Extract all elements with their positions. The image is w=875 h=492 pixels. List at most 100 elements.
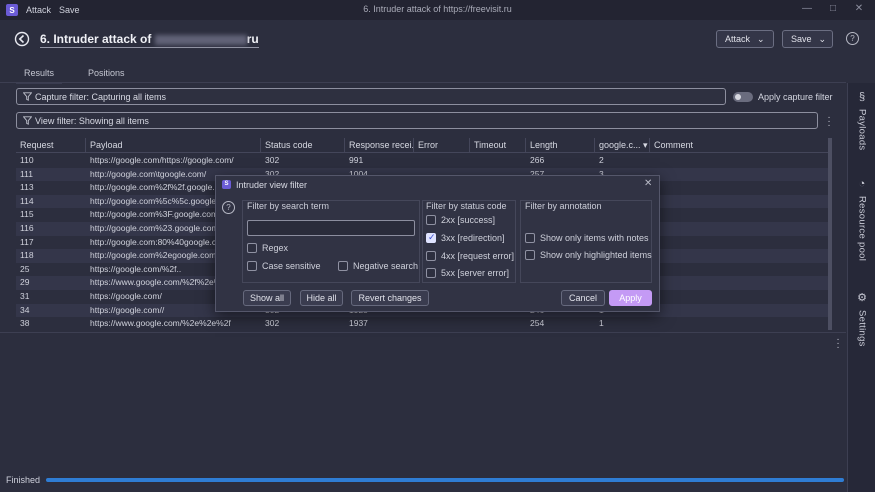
intruder-view-filter-dialog: S Intruder view filter ✕ ? Filter by sea…	[215, 175, 660, 312]
checkbox-box	[247, 243, 257, 253]
burp-logo-icon: S	[222, 180, 231, 189]
checkbox-box	[426, 268, 436, 278]
cell-error	[414, 317, 470, 330]
payloads-icon: §	[858, 91, 866, 103]
notes-only-checkbox[interactable]: Show only items with notes	[525, 233, 649, 243]
more-options-icon[interactable]: · · ·	[835, 335, 841, 353]
status-code-title: Filter by status code	[426, 201, 507, 211]
page-title: 6. Intruder attack of ru	[40, 32, 259, 48]
capture-filter-bar[interactable]: Capture filter: Capturing all items	[16, 88, 726, 105]
right-sidebar: § Payloads ◔ Resource pool ⚙ Settings	[847, 83, 875, 492]
highlighted-only-checkbox[interactable]: Show only highlighted items	[525, 250, 652, 260]
revert-changes-button[interactable]: Revert changes	[351, 290, 429, 306]
case-sensitive-checkbox[interactable]: Case sensitive	[247, 261, 321, 271]
progress-fill	[46, 478, 844, 482]
more-options-icon[interactable]: · · ·	[826, 113, 832, 131]
cell-google: 1	[599, 318, 604, 329]
maximize-icon[interactable]: □	[827, 3, 839, 14]
column-header-length[interactable]: Length	[526, 138, 595, 153]
cell-response-received: 991	[349, 155, 364, 165]
apply-capture-filter-toggle[interactable]	[733, 92, 753, 102]
sort-descending-icon: ▾	[643, 140, 648, 150]
sidebar-item-label: Settings	[856, 310, 868, 347]
cell-length: 254	[530, 318, 545, 329]
column-header-timeout[interactable]: Timeout	[470, 138, 526, 153]
table-scrollbar[interactable]	[828, 138, 832, 330]
search-term-title: Filter by search term	[247, 201, 330, 211]
status-5xx-checkbox[interactable]: 5xx [server error]	[426, 268, 509, 278]
sidebar-item-settings[interactable]: ⚙ Settings	[848, 291, 875, 347]
cancel-button[interactable]: Cancel	[561, 290, 605, 306]
column-header-error[interactable]: Error	[414, 138, 470, 153]
cell-request: 115	[20, 209, 34, 220]
column-header-google[interactable]: google.c... ▾	[595, 138, 650, 153]
title-suffix: ru	[246, 32, 259, 46]
cell-comment	[650, 195, 830, 208]
cell-request: 31	[20, 291, 30, 301]
cell-comment	[650, 276, 830, 289]
table-row[interactable]: 110 https://google.com/https://google.com…	[16, 154, 830, 168]
status-4xx-checkbox[interactable]: 4xx [request error]	[426, 251, 514, 261]
capture-filter-label: Capture filter: Capturing all items	[35, 91, 167, 102]
cell-comment	[650, 154, 830, 167]
lower-pane	[0, 332, 846, 469]
resource-pool-icon: ◔	[858, 178, 866, 190]
column-header-response-received[interactable]: Response recei...	[345, 138, 414, 153]
cell-request: 25	[20, 263, 30, 274]
regex-label: Regex	[262, 243, 289, 253]
column-header-request[interactable]: Request	[16, 138, 86, 153]
regex-checkbox[interactable]: Regex	[247, 243, 288, 253]
cell-timeout	[470, 317, 526, 330]
negative-search-checkbox[interactable]: Negative search	[338, 261, 418, 271]
column-header-google-label: google.c...	[599, 140, 641, 150]
minimize-icon[interactable]: —	[801, 3, 813, 14]
status-3xx-checkbox[interactable]: 3xx [redirection]	[426, 232, 505, 243]
cell-request: 111	[20, 168, 33, 179]
cell-request: 38	[20, 318, 30, 329]
sidebar-item-payloads[interactable]: § Payloads	[848, 91, 875, 150]
menu-attack[interactable]: Attack	[26, 5, 51, 15]
cell-comment	[650, 304, 830, 317]
cell-comment	[650, 208, 830, 221]
close-icon[interactable]: ✕	[644, 178, 652, 189]
title-prefix: 6. Intruder attack of	[40, 32, 152, 46]
back-arrow-icon[interactable]	[14, 31, 30, 47]
show-all-button[interactable]: Show all	[243, 290, 291, 306]
chevron-down-icon: ⌄	[818, 33, 827, 44]
help-icon[interactable]: ?	[846, 32, 859, 45]
checkbox-box	[338, 261, 348, 271]
case-sensitive-label: Case sensitive	[262, 261, 321, 271]
table-header: Request Payload Status code Response rec…	[16, 138, 830, 153]
status-2xx-checkbox[interactable]: 2xx [success]	[426, 215, 495, 225]
view-filter-bar[interactable]: View filter: Showing all items	[16, 112, 818, 129]
apply-button[interactable]: Apply	[609, 290, 652, 306]
close-icon[interactable]: ✕	[853, 3, 865, 14]
sidebar-item-resource-pool[interactable]: ◔ Resource pool	[848, 178, 875, 261]
cell-comment	[650, 290, 830, 303]
cell-payload: https://www.google.com/%2e%2e%2f	[90, 318, 231, 329]
table-row[interactable]: 38 https://www.google.com/%2e%2e%2f 302 193…	[16, 317, 830, 330]
chevron-down-icon: ⌄	[757, 33, 765, 44]
status-3xx-label: 3xx [redirection]	[441, 233, 505, 243]
search-term-input[interactable]	[247, 220, 415, 236]
progress-bar	[46, 478, 844, 482]
annotation-title: Filter by annotation	[525, 201, 602, 211]
help-icon[interactable]: ?	[222, 201, 235, 214]
cell-status-code: 302	[265, 318, 280, 329]
cell-comment	[650, 263, 830, 276]
column-header-payload[interactable]: Payload	[86, 138, 261, 153]
attack-button[interactable]: Attack ⌄	[716, 30, 774, 48]
burp-logo-icon: S	[6, 4, 18, 16]
column-header-status-code[interactable]: Status code	[261, 138, 345, 153]
checkbox-box	[426, 251, 436, 261]
menu-save[interactable]: Save	[59, 5, 80, 15]
attack-header: 6. Intruder attack of ru Attack ⌄ Save ⌄…	[0, 20, 875, 60]
cell-comment	[650, 317, 830, 330]
cell-request: 114	[20, 195, 34, 206]
column-header-comment[interactable]: Comment	[650, 138, 830, 153]
redacted-hostname	[154, 34, 247, 45]
hide-all-button[interactable]: Hide all	[300, 290, 343, 306]
cell-comment	[650, 222, 830, 235]
checkbox-box	[247, 261, 257, 271]
save-button[interactable]: Save ⌄	[782, 30, 833, 48]
